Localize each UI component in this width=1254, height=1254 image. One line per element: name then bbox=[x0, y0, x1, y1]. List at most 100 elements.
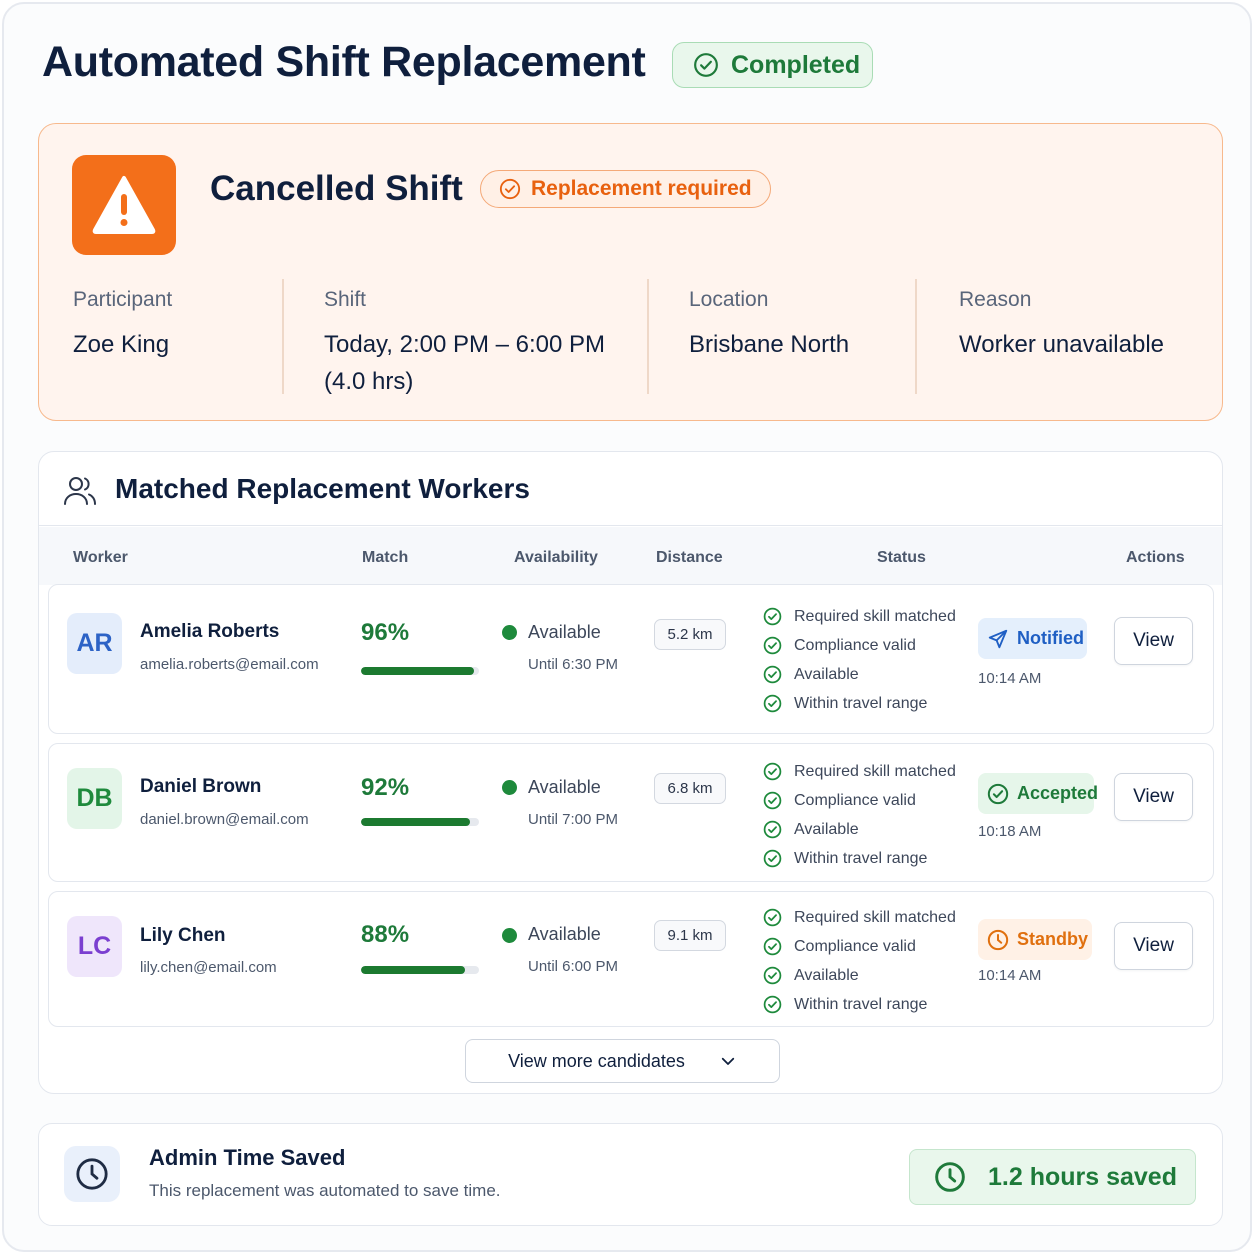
column-header-distance: Distance bbox=[656, 549, 723, 566]
check-item: Required skill matched bbox=[763, 602, 956, 631]
status-label: Accepted bbox=[1017, 783, 1099, 803]
match-percent: 88% bbox=[361, 921, 410, 948]
page-title: Automated Shift Replacement bbox=[42, 38, 646, 86]
check-item: Within travel range bbox=[763, 844, 956, 873]
check-label: Required skill matched bbox=[794, 908, 956, 926]
replacement-required-badge: Replacement required bbox=[480, 170, 771, 208]
check-circle-icon bbox=[694, 53, 718, 77]
worker-email: amelia.roberts@email.com bbox=[140, 656, 319, 673]
matched-workers-title: Matched Replacement Workers bbox=[115, 473, 530, 504]
check-circle-icon bbox=[763, 849, 782, 868]
match-bar-fill bbox=[361, 966, 465, 974]
check-label: Available bbox=[794, 665, 859, 683]
check-circle-icon bbox=[763, 820, 782, 839]
matched-workers-header: Matched Replacement Workers bbox=[39, 452, 1222, 526]
check-circle-icon bbox=[763, 908, 782, 927]
check-label: Available bbox=[794, 820, 859, 838]
location-value: Brisbane North bbox=[689, 331, 850, 358]
participant-field: Participant Zoe King bbox=[73, 288, 172, 363]
distance-badge: 5.2 km bbox=[654, 619, 726, 650]
column-header-availability: Availability bbox=[514, 549, 598, 566]
avatar: LC bbox=[67, 916, 122, 977]
availability-dot bbox=[502, 928, 517, 943]
send-icon bbox=[988, 629, 1008, 648]
column-header-worker: Worker bbox=[73, 549, 128, 566]
view-more-candidates-button[interactable]: View more candidates bbox=[465, 1039, 780, 1083]
avatar-initials: LC bbox=[77, 932, 112, 960]
check-label: Within travel range bbox=[794, 849, 928, 867]
status-pill: Accepted bbox=[978, 773, 1098, 814]
availability-label: Available bbox=[528, 622, 601, 642]
status-checklist: Required skill matched Compliance valid … bbox=[763, 757, 956, 873]
worker-name: Amelia Roberts bbox=[140, 621, 280, 642]
matched-workers-card: Matched Replacement Workers Worker Match… bbox=[38, 451, 1223, 1094]
clock-icon bbox=[987, 929, 1009, 950]
availability-until: Until 6:00 PM bbox=[528, 958, 619, 975]
check-item: Compliance valid bbox=[763, 786, 956, 815]
status-pill: Notified bbox=[978, 618, 1087, 659]
check-item: Available bbox=[763, 660, 956, 689]
info-divider bbox=[915, 279, 917, 394]
match-bar-fill bbox=[361, 667, 475, 675]
availability-label: Available bbox=[528, 777, 601, 797]
hours-saved-label: 1.2 hours saved bbox=[988, 1162, 1177, 1191]
info-divider bbox=[282, 279, 284, 394]
worker-name: Daniel Brown bbox=[140, 776, 262, 797]
completed-badge-label: Completed bbox=[731, 50, 861, 79]
page-frame: Automated Shift Replacement Completed Ca… bbox=[2, 2, 1252, 1252]
match-bar bbox=[361, 667, 479, 675]
view-button[interactable]: View bbox=[1114, 922, 1193, 970]
clock-tile bbox=[64, 1146, 120, 1202]
check-label: Compliance valid bbox=[794, 937, 916, 955]
clock-icon bbox=[935, 1162, 965, 1192]
check-item: Required skill matched bbox=[763, 757, 956, 786]
location-label: Location bbox=[689, 288, 769, 311]
admin-time-saved-title: Admin Time Saved bbox=[149, 1145, 346, 1170]
check-label: Within travel range bbox=[794, 995, 928, 1013]
check-label: Compliance valid bbox=[794, 791, 916, 809]
users-icon bbox=[64, 477, 96, 505]
check-circle-icon bbox=[763, 636, 782, 655]
clock-icon bbox=[76, 1158, 108, 1190]
check-item: Within travel range bbox=[763, 689, 956, 718]
check-circle-icon bbox=[763, 995, 782, 1014]
match-bar bbox=[361, 818, 479, 826]
check-circle-icon bbox=[763, 607, 782, 626]
column-header-match: Match bbox=[362, 549, 409, 566]
participant-value: Zoe King bbox=[73, 331, 170, 358]
worker-name: Lily Chen bbox=[140, 925, 226, 946]
warning-triangle-icon bbox=[92, 176, 156, 234]
match-percent: 92% bbox=[361, 774, 410, 801]
shift-duration: (4.0 hrs) bbox=[324, 368, 414, 395]
reason-label: Reason bbox=[959, 288, 1032, 311]
table-row: LC Lily Chen lily.chen@email.com 88% Ava… bbox=[48, 891, 1214, 1027]
shift-value: Today, 2:00 PM – 6:00 PM bbox=[324, 331, 606, 358]
check-item: Within travel range bbox=[763, 990, 956, 1019]
view-button[interactable]: View bbox=[1114, 617, 1193, 665]
view-more-label: View more candidates bbox=[508, 1050, 685, 1071]
status-time: 10:18 AM bbox=[978, 823, 1042, 840]
table-header: Worker Match Availability Distance Statu… bbox=[39, 527, 1222, 585]
warning-tile bbox=[72, 155, 176, 255]
check-item: Compliance valid bbox=[763, 932, 956, 961]
participant-label: Participant bbox=[73, 288, 173, 311]
match-bar-fill bbox=[361, 818, 470, 826]
table-row: AR Amelia Roberts amelia.roberts@email.c… bbox=[48, 584, 1214, 734]
check-item: Available bbox=[763, 815, 956, 844]
status-checklist: Required skill matched Compliance valid … bbox=[763, 903, 956, 1019]
avatar-initials: DB bbox=[76, 784, 113, 812]
info-divider bbox=[647, 279, 649, 394]
check-item: Available bbox=[763, 961, 956, 990]
column-header-status: Status bbox=[877, 549, 926, 566]
check-item: Required skill matched bbox=[763, 903, 956, 932]
status-label: Standby bbox=[1017, 929, 1089, 949]
check-label: Within travel range bbox=[794, 694, 928, 712]
check-circle-icon bbox=[763, 791, 782, 810]
status-checklist: Required skill matched Compliance valid … bbox=[763, 602, 956, 718]
check-circle-icon bbox=[763, 665, 782, 684]
table-row: DB Daniel Brown daniel.brown@email.com 9… bbox=[48, 743, 1214, 882]
avatar-initials: AR bbox=[76, 629, 113, 657]
view-button[interactable]: View bbox=[1114, 773, 1193, 821]
availability-until: Until 6:30 PM bbox=[528, 656, 619, 673]
check-label: Required skill matched bbox=[794, 607, 956, 625]
